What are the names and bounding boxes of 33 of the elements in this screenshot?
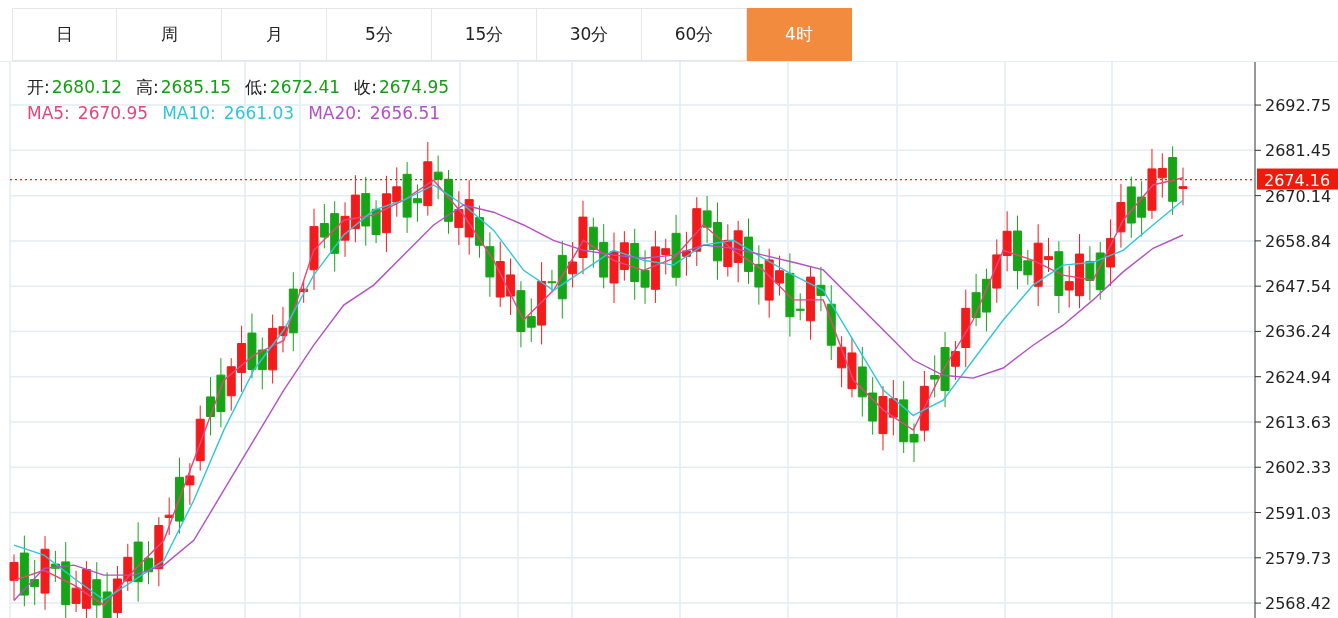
axis-label: 2681.45 [1265, 141, 1332, 161]
period-tab[interactable]: 日 [12, 8, 117, 61]
period-tab[interactable]: 5分 [327, 8, 432, 61]
legend-label: 收: [354, 76, 377, 99]
legend-label: MA20: [308, 102, 362, 125]
axis-label: 2692.75 [1265, 96, 1332, 116]
axis-label: 2624.94 [1265, 367, 1332, 387]
period-tab[interactable]: 月 [222, 8, 327, 61]
legend-value: 2680.12 [51, 76, 123, 99]
legend-label: 低: [245, 76, 268, 99]
legend-label: MA10: [162, 102, 216, 125]
legend-label: MA5: [27, 102, 70, 125]
period-tab[interactable]: 60分 [642, 8, 747, 61]
period-tab[interactable]: 15分 [432, 8, 537, 61]
legend-value: 2685.15 [160, 76, 232, 99]
legend-label: 开: [27, 76, 50, 99]
axis-label: 2647.54 [1265, 277, 1332, 297]
axis-label: 2579.73 [1265, 548, 1332, 568]
legend-value: 2670.95 [77, 102, 149, 125]
axis-label: 2568.42 [1265, 594, 1332, 614]
legend-value: 2674.95 [378, 76, 450, 99]
legend-value: 2672.41 [269, 76, 341, 99]
price-tag: 2674.16 [1257, 168, 1338, 190]
legend-label: 高: [136, 76, 159, 99]
legend-value: 2661.03 [223, 102, 295, 125]
period-tab[interactable]: 周 [117, 8, 222, 61]
period-tab[interactable]: 30分 [537, 8, 642, 61]
axis-label: 2591.03 [1265, 503, 1332, 523]
axis-label: 2613.63 [1265, 413, 1332, 432]
axis-label: 2658.84 [1265, 231, 1332, 251]
axis-label: 2602.33 [1265, 458, 1332, 478]
legend-value: 2656.51 [369, 102, 441, 125]
axis-label: 2636.24 [1265, 322, 1332, 342]
